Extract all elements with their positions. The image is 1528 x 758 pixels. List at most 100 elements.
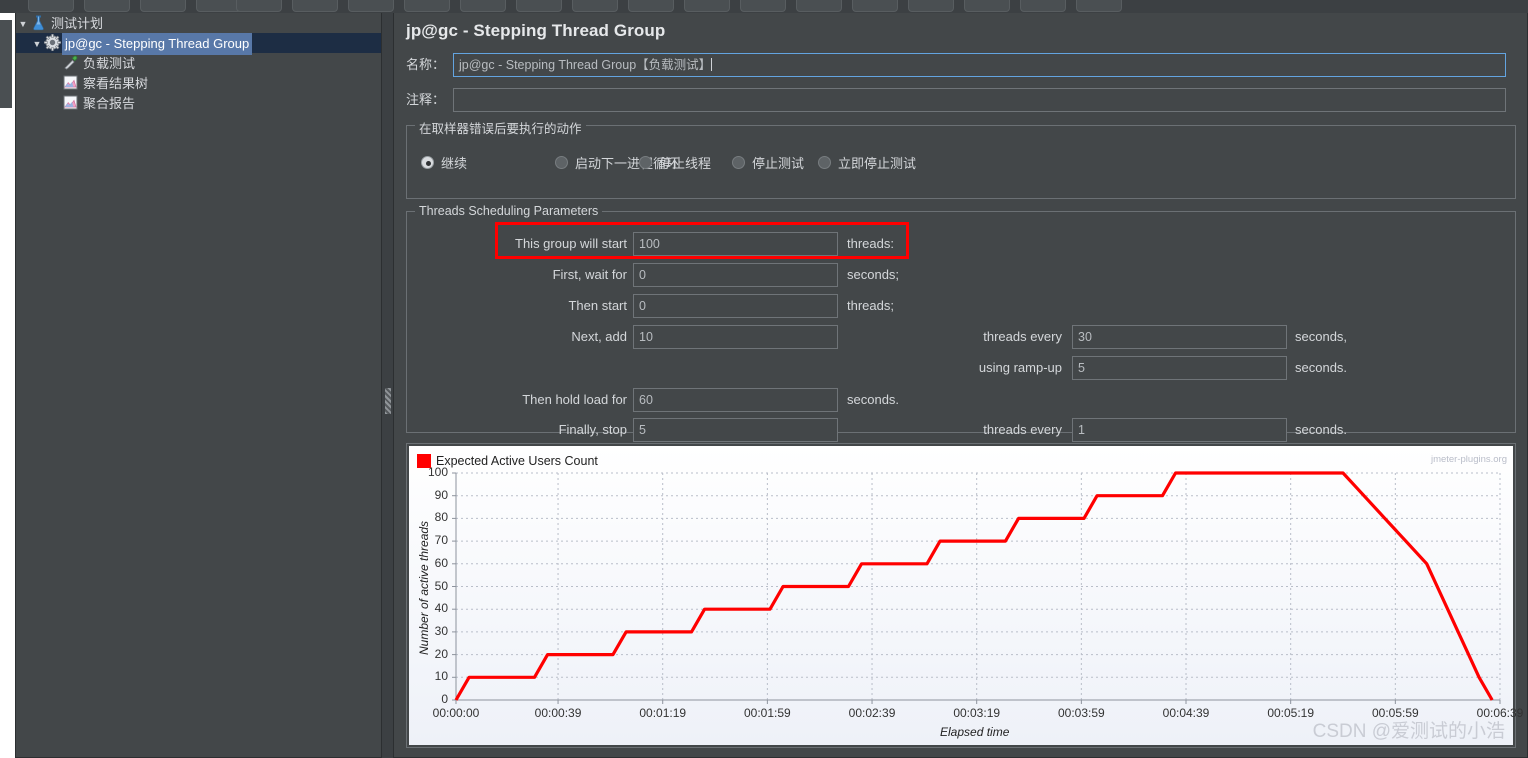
toolbar-button-paste[interactable] [348,0,394,12]
page-title: jp@gc - Stepping Thread Group [406,21,666,40]
radio-option-3[interactable]: 停止测试 [732,153,804,171]
toolbar-button-open[interactable] [140,0,186,12]
tree-item-label: 负载测试 [83,56,136,71]
radio-option-2[interactable]: 停止线程 [639,153,711,171]
toolbar-button-search[interactable] [908,0,954,12]
toolbar-button-copy[interactable] [292,0,338,12]
name-label: 名称： [406,57,446,72]
input-value-threads-every-stop: 1 [1078,423,1085,437]
input-using-ramp-up[interactable]: 5 [1072,356,1287,380]
radio-button-icon[interactable] [421,156,434,169]
input-threads-every-stop[interactable]: 1 [1072,418,1287,442]
input-value-using-ramp-up: 5 [1078,361,1085,375]
radio-option-label: 立即停止测试 [838,156,917,171]
text-caret [711,58,713,71]
main-toolbar [0,0,1528,13]
label-threads-every-add: threads every [983,329,1062,344]
tree-item-1[interactable]: ▼ jp@gc - Stepping Thread Group [16,33,381,55]
input-then-hold-load-for[interactable]: 60 [633,388,838,412]
label-finally-stop: Finally, stop [558,422,627,437]
toolbar-button-clear-all[interactable] [852,0,898,12]
toolbar-button-function-helper[interactable] [1076,0,1122,12]
label-threads-every-stop: threads every [983,422,1062,437]
input-value-threads-every-add: 30 [1078,330,1092,344]
tree-item-3[interactable]: 察看结果树 [16,73,381,93]
label-then-start: Then start [568,298,627,313]
label-using-ramp-up: using ramp-up [978,360,1062,375]
input-value-next-add: 10 [639,330,653,344]
toolbar-button-new[interactable] [28,0,74,12]
csdn-watermark: CSDN @爱测试的小浩 [1312,721,1505,742]
toolbar-button-start[interactable] [572,0,618,12]
toolbar-button-expand[interactable] [404,0,450,12]
tree-item-label: 察看结果树 [83,76,149,91]
suffix-using-ramp-up: seconds. [1295,360,1348,375]
input-this-group-will-start[interactable]: 100 [633,232,838,256]
name-input-value: jp@gc - Stepping Thread Group【负载测试】 [459,58,712,72]
input-first-wait-for[interactable]: 0 [633,263,838,287]
error-action-group-title: 在取样器错误后要执行的动作 [415,118,586,137]
tree-item-label: jp@gc - Stepping Thread Group [62,33,253,55]
chart-plot-container: Expected Active Users Count jmeter-plugi… [409,446,1523,745]
radio-option-4[interactable]: 立即停止测试 [818,153,916,171]
toolbar-button-clear[interactable] [796,0,842,12]
input-value-this-group-will-start: 100 [639,237,660,251]
error-action-groupbox: 在取样器错误后要执行的动作 继续 启动下一进程循环 停止线程 停止测试 立即停止测试 [406,118,1516,199]
threads-scheduling-group-title: Threads Scheduling Parameters [415,204,603,218]
pipette-icon [62,54,80,72]
element-config-panel: jp@gc - Stepping Thread Group 名称： jp@gc … [393,13,1528,758]
radio-button-icon[interactable] [555,156,568,169]
toolbar-button-stop[interactable] [684,0,730,12]
input-finally-stop[interactable]: 5 [633,418,838,442]
label-first-wait-for: First, wait for [552,267,627,282]
name-input[interactable]: jp@gc - Stepping Thread Group【负载测试】 [453,53,1506,77]
toolbar-button-reset-search[interactable] [964,0,1010,12]
chart-icon [62,94,80,112]
radio-option-0[interactable]: 继续 [421,153,467,171]
input-then-start[interactable]: 0 [633,294,838,318]
input-next-add[interactable]: 10 [633,325,838,349]
chart-svg [452,471,1501,704]
toolbar-button-collapse[interactable] [460,0,506,12]
tree-item-0[interactable]: ▼ 测试计划 [16,13,381,33]
radio-button-icon[interactable] [818,156,831,169]
panel-splitter[interactable] [383,13,393,758]
tree-item-2[interactable]: 负载测试 [16,53,381,73]
suffix-first-wait-for: seconds; [847,267,900,282]
radio-button-icon[interactable] [732,156,745,169]
input-value-first-wait-for: 0 [639,268,646,282]
input-value-then-start: 0 [639,299,646,313]
input-value-then-hold-load-for: 60 [639,393,653,407]
splitter-grip-icon[interactable] [385,388,391,414]
background-dark-strip [0,20,12,108]
expected-users-chart: Expected Active Users Count jmeter-plugi… [406,443,1523,748]
suffix-threads-every-stop: seconds. [1295,422,1348,437]
label-this-group-will-start: This group will start [515,236,627,251]
test-plan-tree[interactable]: ▼ 测试计划 ▼ jp@gc - Stepping Thread Group 负载测试察… [15,13,382,758]
comment-input[interactable] [453,88,1506,112]
input-threads-every-add[interactable]: 30 [1072,325,1287,349]
toolbar-button-templates[interactable] [84,0,130,12]
toolbar-button-toggle[interactable] [516,0,562,12]
threads-scheduling-groupbox: Threads Scheduling Parameters This group… [406,204,1516,442]
suffix-threads-every-add: seconds, [1295,329,1348,344]
suffix-this-group-will-start: threads: [847,236,894,251]
toolbar-button-help[interactable] [1020,0,1066,12]
tree-expand-toggle-icon[interactable]: ▼ [16,14,30,34]
toolbar-button-cut[interactable] [236,0,282,12]
radio-option-label: 继续 [441,156,468,171]
gear-icon [44,34,62,52]
tree-item-label: 测试计划 [51,16,104,31]
toolbar-button-shutdown[interactable] [740,0,786,12]
label-then-hold-load-for: Then hold load for [522,392,627,407]
background-window [0,0,16,758]
toolbar-button-start-no-pauses[interactable] [628,0,674,12]
suffix-then-start: threads; [847,298,894,313]
chart-icon [62,74,80,92]
suffix-then-hold-load-for: seconds. [847,392,900,407]
flask-icon [30,14,48,32]
comment-label: 注释： [406,92,446,107]
radio-button-icon[interactable] [639,156,652,169]
tree-item-4[interactable]: 聚合报告 [16,93,381,113]
tree-expand-toggle-icon[interactable]: ▼ [30,34,44,54]
